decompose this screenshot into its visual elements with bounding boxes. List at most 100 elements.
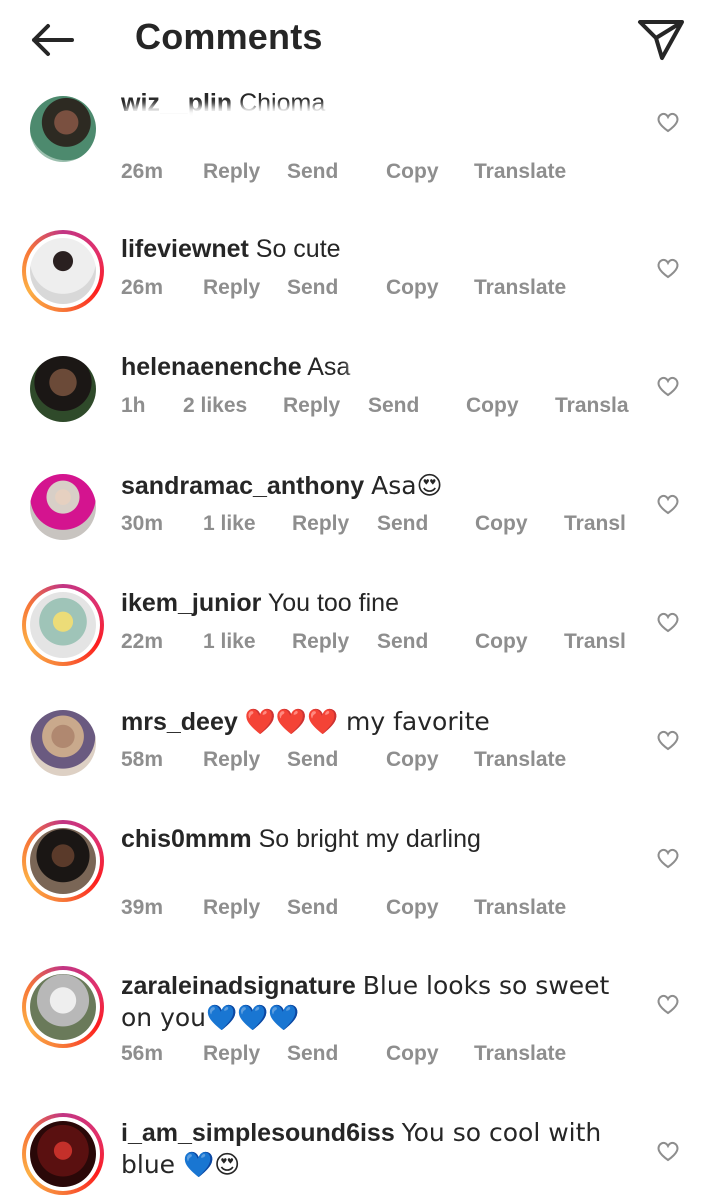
comment-item: mrs_deey ❤️❤️❤️ my favorite 58m Reply Se… <box>0 702 720 802</box>
avatar[interactable] <box>22 1113 104 1195</box>
send-button[interactable]: Send <box>368 394 419 418</box>
comment-username[interactable]: lifeviewnet <box>121 235 249 263</box>
redacted-mark <box>118 106 688 140</box>
comment-body: You too fine <box>267 589 399 617</box>
heart-icon[interactable] <box>655 374 681 398</box>
reply-button[interactable]: Reply <box>203 896 260 920</box>
translate-button[interactable]: Translate <box>474 276 566 300</box>
comment-time: 26m <box>121 160 164 183</box>
copy-button[interactable]: Copy <box>386 160 439 184</box>
translate-button[interactable]: Translate <box>474 748 566 772</box>
avatar[interactable] <box>22 230 104 312</box>
redacted-mark <box>118 854 154 882</box>
avatar[interactable] <box>22 88 104 170</box>
comment-text: zaraleinadsignature Blue looks so sweet … <box>121 970 631 1034</box>
comment-body: Asa😍 <box>371 471 443 500</box>
send-button[interactable]: Send <box>287 748 338 772</box>
back-arrow-icon[interactable] <box>28 20 78 60</box>
send-button[interactable]: Send <box>287 1042 338 1066</box>
send-button[interactable]: Send <box>377 630 428 654</box>
copy-button[interactable]: Copy <box>386 896 439 920</box>
comment-meta: 56m Reply Send Copy Translate <box>121 1042 641 1072</box>
send-button[interactable]: Send <box>287 896 338 920</box>
comment-username[interactable]: ikem_junior <box>121 589 261 617</box>
send-button[interactable]: Send <box>287 276 338 300</box>
translate-button[interactable]: Transla <box>555 394 629 418</box>
translate-button[interactable]: Transl <box>564 512 626 536</box>
avatar[interactable] <box>22 466 104 548</box>
like-count[interactable]: 2 likes <box>183 394 247 418</box>
comment-item: i_am_simplesound6iss You so cool with bl… <box>0 1113 720 1200</box>
comment-meta: 26m Reply Send Copy Translate <box>121 160 641 190</box>
comment-item: ikem_junior You too fine 22m 1 like Repl… <box>0 562 720 684</box>
comment-item: helenaenenche Asa 1h 2 likes Reply Send … <box>0 324 720 448</box>
reply-button[interactable]: Reply <box>292 630 349 654</box>
comment-username[interactable]: i_am_simplesound6iss <box>121 1119 395 1147</box>
copy-button[interactable]: Copy <box>386 748 439 772</box>
comment-time: 58m <box>121 748 164 771</box>
top-bar: Comments <box>0 0 720 82</box>
translate-button[interactable]: Translate <box>474 896 566 920</box>
translate-button[interactable]: Translate <box>474 160 566 184</box>
copy-button[interactable]: Copy <box>386 276 439 300</box>
comment-time: 56m <box>121 1042 164 1065</box>
comment-text: ikem_junior You too fine <box>121 588 631 619</box>
comment-item: chis0mmm So bright my darling 39m Reply … <box>0 792 720 940</box>
avatar[interactable] <box>22 966 104 1048</box>
comment-body: So cute <box>255 235 341 263</box>
comment-username[interactable]: sandramac_anthony <box>121 472 364 500</box>
heart-icon[interactable] <box>655 992 681 1016</box>
like-count[interactable]: 1 like <box>203 512 256 536</box>
reply-button[interactable]: Reply <box>203 1042 260 1066</box>
comment-meta: 22m 1 like Reply Send Copy Transl <box>121 630 641 660</box>
reply-button[interactable]: Reply <box>203 748 260 772</box>
heart-icon[interactable] <box>655 1139 681 1163</box>
paper-plane-icon[interactable] <box>636 18 686 62</box>
comment-meta: 39m Reply Send Copy Translate <box>121 896 641 926</box>
comment-item: wiz__plin Chioma 26m Reply Send Copy Tra… <box>0 76 720 198</box>
copy-button[interactable]: Copy <box>475 512 528 536</box>
send-button[interactable]: Send <box>287 160 338 184</box>
comment-username[interactable]: helenaenenche <box>121 353 302 381</box>
comment-meta: 1h 2 likes Reply Send Copy Transla <box>121 394 641 424</box>
avatar[interactable] <box>22 820 104 902</box>
comment-username[interactable]: mrs_deey <box>121 708 238 736</box>
reply-button[interactable]: Reply <box>203 276 260 300</box>
copy-button[interactable]: Copy <box>475 630 528 654</box>
heart-icon[interactable] <box>655 728 681 752</box>
redacted-mark <box>402 562 466 636</box>
comment-text: i_am_simplesound6iss You so cool with bl… <box>121 1117 631 1181</box>
page-title: Comments <box>135 16 323 57</box>
comment-time: 1h <box>121 394 146 417</box>
comment-time: 39m <box>121 896 164 919</box>
comment-body: ❤️❤️❤️ my favorite <box>244 707 490 736</box>
comment-body: So bright my darling <box>258 825 481 853</box>
comment-text: lifeviewnet So cute <box>121 234 631 265</box>
comment-meta: 30m 1 like Reply Send Copy Transl <box>121 512 641 542</box>
avatar[interactable] <box>22 584 104 666</box>
copy-button[interactable]: Copy <box>386 1042 439 1066</box>
translate-button[interactable]: Translate <box>474 1042 566 1066</box>
reply-button[interactable]: Reply <box>283 394 340 418</box>
comment-meta: 26m Reply Send Copy Translate <box>121 276 641 306</box>
comment-item: zaraleinadsignature Blue looks so sweet … <box>0 966 720 1086</box>
reply-button[interactable]: Reply <box>203 160 260 184</box>
comment-item: lifeviewnet So cute 26m Reply Send Copy … <box>0 230 720 330</box>
heart-icon[interactable] <box>655 256 681 280</box>
avatar[interactable] <box>22 702 104 784</box>
comment-username[interactable]: chis0mmm <box>121 825 252 853</box>
send-button[interactable]: Send <box>377 512 428 536</box>
heart-icon[interactable] <box>655 110 681 134</box>
copy-button[interactable]: Copy <box>466 394 519 418</box>
like-count[interactable]: 1 like <box>203 630 256 654</box>
heart-icon[interactable] <box>655 492 681 516</box>
comment-time: 26m <box>121 276 164 299</box>
avatar[interactable] <box>22 348 104 430</box>
comment-username[interactable]: zaraleinadsignature <box>121 972 356 1000</box>
comment-body: Asa <box>307 353 351 381</box>
heart-icon[interactable] <box>655 610 681 634</box>
reply-button[interactable]: Reply <box>292 512 349 536</box>
heart-icon[interactable] <box>655 846 681 870</box>
comment-time: 22m <box>121 630 164 653</box>
translate-button[interactable]: Transl <box>564 630 626 654</box>
